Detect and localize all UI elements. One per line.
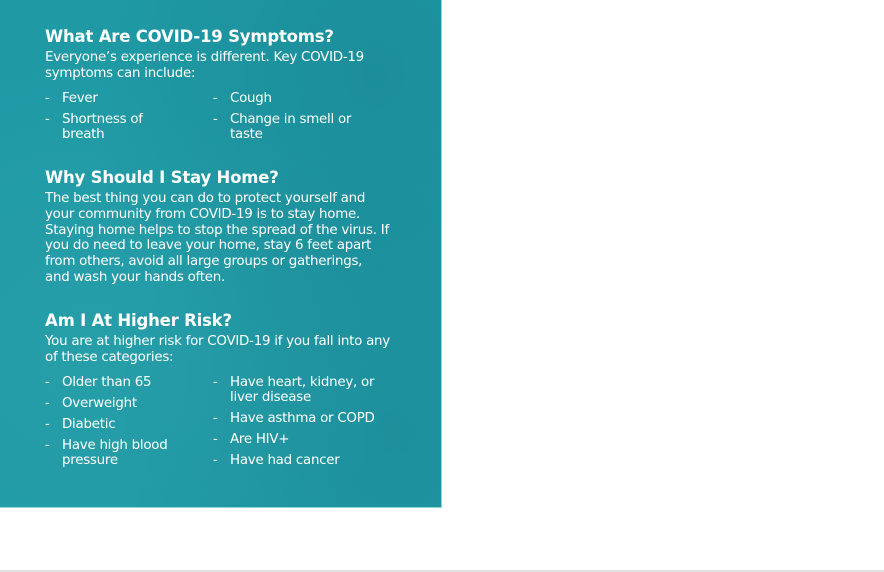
list-item: - Have had cancer <box>213 453 388 468</box>
list-item-label: Have heart, kidney, or liver disease <box>230 374 375 405</box>
dash-bullet-icon: - <box>213 90 218 106</box>
stay-home-heading: Why Should I Stay Home? <box>45 168 279 187</box>
list-item: - Change in smell or taste <box>213 112 370 142</box>
dash-bullet-icon: - <box>45 416 50 432</box>
dash-bullet-icon: - <box>45 374 50 390</box>
list-item-label: Have high blood pressure <box>62 437 168 468</box>
symptoms-section: What Are COVID-19 Symptoms? Everyone’s e… <box>45 27 395 142</box>
dash-bullet-icon: - <box>213 452 218 468</box>
symptoms-intro: Everyone’s experience is different. Key … <box>45 50 364 81</box>
dash-bullet-icon: - <box>45 437 50 453</box>
risk-heading: Am I At Higher Risk? <box>45 311 232 330</box>
dash-bullet-icon: - <box>213 374 218 390</box>
list-item-label: Shortness of breath <box>62 111 143 142</box>
list-item: - Overweight <box>45 396 205 411</box>
list-item: - Have heart, kidney, or liver disease <box>213 375 380 405</box>
list-item-label: Diabetic <box>62 416 116 432</box>
page: What Are COVID-19 Symptoms? Everyone’s e… <box>0 0 884 572</box>
symptoms-heading: What Are COVID-19 Symptoms? <box>45 27 334 46</box>
list-item-label: Cough <box>230 90 272 106</box>
list-item-label: Change in smell or taste <box>230 111 352 142</box>
list-item: - Cough <box>213 91 373 106</box>
dash-bullet-icon: - <box>213 410 218 426</box>
risk-section: Am I At Higher Risk? You are at higher r… <box>45 311 395 475</box>
list-item-label: Fever <box>62 90 98 106</box>
dash-bullet-icon: - <box>45 90 50 106</box>
list-item: - Are HIV+ <box>213 432 388 447</box>
list-item-label: Have had cancer <box>230 452 340 468</box>
dash-bullet-icon: - <box>213 111 218 127</box>
covid-info-panel: What Are COVID-19 Symptoms? Everyone’s e… <box>0 0 442 508</box>
dash-bullet-icon: - <box>45 111 50 127</box>
list-item-label: Older than 65 <box>62 374 152 390</box>
list-item-label: Overweight <box>62 395 137 411</box>
stay-home-body: The best thing you can do to protect you… <box>45 191 389 285</box>
dash-bullet-icon: - <box>213 431 218 447</box>
list-item: - Fever <box>45 91 205 106</box>
list-item-label: Are HIV+ <box>230 431 290 447</box>
list-item: - Shortness of breath <box>45 112 162 142</box>
symptoms-list: - Fever - Shortness of breath - Cough - <box>45 91 395 142</box>
risk-list: - Older than 65 - Overweight - Diabetic … <box>45 375 395 475</box>
list-item: - Have asthma or COPD <box>213 411 388 426</box>
symptoms-list-right: - Cough - Change in smell or taste <box>213 91 373 142</box>
stay-home-section: Why Should I Stay Home? The best thing y… <box>45 168 390 286</box>
risk-intro: You are at higher risk for COVID-19 if y… <box>45 334 390 365</box>
list-item-label: Have asthma or COPD <box>230 410 375 426</box>
risk-list-right: - Have heart, kidney, or liver disease -… <box>213 375 388 468</box>
symptoms-list-left: - Fever - Shortness of breath <box>45 91 205 142</box>
list-item: - Have high blood pressure <box>45 438 182 468</box>
risk-list-left: - Older than 65 - Overweight - Diabetic … <box>45 375 205 468</box>
list-item: - Diabetic <box>45 417 205 432</box>
dash-bullet-icon: - <box>45 395 50 411</box>
list-item: - Older than 65 <box>45 375 205 390</box>
